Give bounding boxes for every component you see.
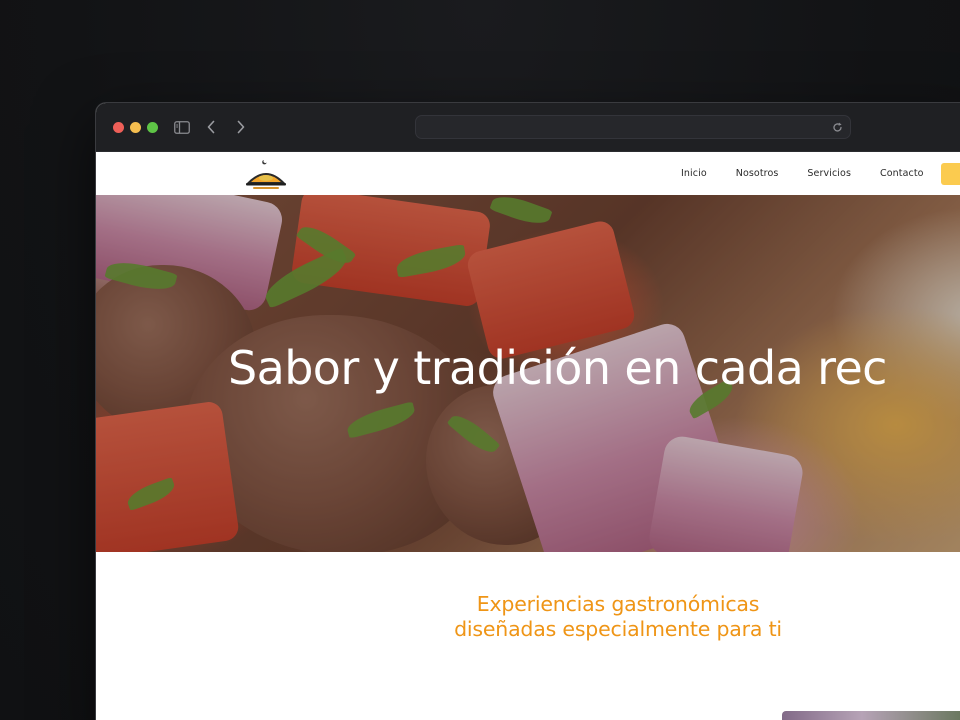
reservation-button[interactable]	[941, 163, 960, 185]
sidebar-icon[interactable]	[173, 118, 191, 136]
desktop-background: Inicio Nosotros Servicios Contacto Sabor…	[0, 0, 960, 720]
browser-window: Inicio Nosotros Servicios Contacto Sabor…	[96, 103, 960, 720]
browser-toolbar	[96, 103, 960, 152]
chevron-right-icon[interactable]	[232, 118, 250, 136]
reload-icon[interactable]	[829, 119, 845, 135]
chevron-left-icon[interactable]	[202, 118, 220, 136]
minimize-window-button[interactable]	[130, 122, 141, 133]
site-navigation: Inicio Nosotros Servicios Contacto	[96, 152, 960, 195]
maximize-window-button[interactable]	[147, 122, 158, 133]
section-tagline: Experiencias gastronómicas diseñadas esp…	[388, 592, 848, 642]
intro-section: Experiencias gastronómicas diseñadas esp…	[96, 552, 960, 720]
gallery-image	[782, 711, 960, 720]
hero-title: Sabor y tradición en cada rec	[228, 341, 887, 395]
nav-link-servicios[interactable]: Servicios	[807, 168, 851, 179]
nav-links: Inicio Nosotros Servicios Contacto	[681, 152, 953, 195]
nav-link-contacto[interactable]: Contacto	[880, 168, 924, 179]
nav-link-inicio[interactable]: Inicio	[681, 168, 707, 179]
close-window-button[interactable]	[113, 122, 124, 133]
tagline-line-1: Experiencias gastronómicas	[476, 592, 760, 616]
tagline-line-2: diseñadas especialmente para ti	[454, 617, 782, 641]
nav-link-nosotros[interactable]: Nosotros	[736, 168, 779, 179]
restaurant-logo[interactable]	[244, 157, 288, 191]
hero-banner: Sabor y tradición en cada rec	[96, 195, 960, 552]
address-bar[interactable]	[415, 115, 851, 139]
